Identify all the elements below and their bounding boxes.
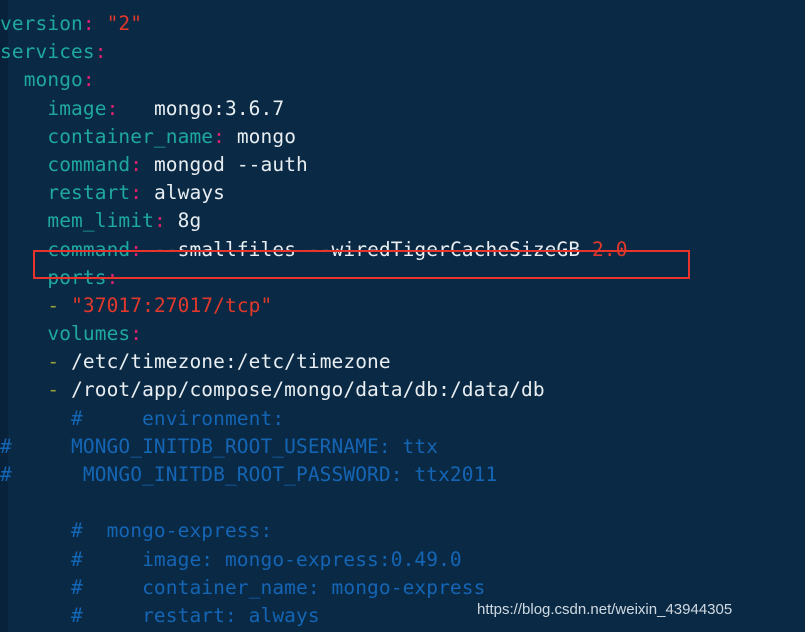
code-token: : bbox=[82, 12, 95, 35]
code-token: - bbox=[47, 350, 60, 374]
code-token: 8g bbox=[177, 209, 202, 233]
code-token: services bbox=[0, 40, 95, 64]
code-line[interactable]: mongo: bbox=[0, 66, 805, 94]
code-token: command bbox=[47, 237, 131, 261]
code-token: - bbox=[47, 293, 60, 317]
code-token: : bbox=[130, 322, 143, 346]
code-token: : bbox=[106, 96, 119, 120]
code-token: always bbox=[153, 181, 225, 205]
code-line[interactable]: - /root/app/compose/mongo/data/db:/data/… bbox=[0, 376, 805, 404]
code-token: command bbox=[47, 152, 131, 176]
code-token: "2" bbox=[106, 12, 143, 35]
code-token: mongo:3.6.7 bbox=[153, 96, 285, 120]
code-token: ports bbox=[47, 265, 107, 289]
code-line[interactable]: # container_name: mongo-express bbox=[0, 574, 805, 602]
code-token: # MONGO_INITDB_ROOT_PASSWORD: ttx2011 bbox=[0, 463, 498, 486]
code-token: : bbox=[106, 265, 119, 289]
code-token: "37017:27017/tcp" bbox=[71, 293, 273, 317]
code-line[interactable]: command: --smallfiles --wiredTigerCacheS… bbox=[0, 236, 805, 264]
code-editor-screenshot: version: "2" services: mongo: image: mong… bbox=[0, 0, 805, 632]
code-line[interactable]: volumes: bbox=[0, 320, 805, 348]
code-line[interactable]: restart: always bbox=[0, 179, 805, 207]
code-line[interactable]: ports: bbox=[0, 264, 805, 292]
code-token: : bbox=[130, 237, 143, 261]
code-line[interactable]: container_name: mongo bbox=[0, 123, 805, 151]
code-line[interactable]: image: mongo:3.6.7 bbox=[0, 95, 805, 123]
code-token: --smallfiles --wiredTigerCacheSizeGB bbox=[153, 237, 593, 261]
code-token: volumes bbox=[47, 322, 131, 346]
code-line[interactable]: # image: mongo-express:0.49.0 bbox=[0, 546, 805, 574]
code-token: image bbox=[47, 96, 107, 120]
code-line[interactable]: version: "2" bbox=[0, 10, 805, 38]
code-line[interactable]: # MONGO_INITDB_ROOT_USERNAME: ttx bbox=[0, 433, 805, 461]
code-line[interactable]: # environment: bbox=[0, 405, 805, 433]
code-token: # MONGO_INITDB_ROOT_USERNAME: ttx bbox=[0, 434, 439, 458]
code-token: mem_limit bbox=[47, 209, 154, 233]
code-token: # container_name: mongo-express bbox=[71, 575, 486, 599]
code-token: # image: mongo-express:0.49.0 bbox=[71, 547, 462, 571]
code-token: # mongo-express: bbox=[71, 519, 273, 543]
code-token: 2.0 bbox=[592, 237, 628, 261]
code-line[interactable]: # MONGO_INITDB_ROOT_PASSWORD: ttx2011 bbox=[0, 461, 805, 489]
code-line[interactable]: mem_limit: 8g bbox=[0, 207, 805, 235]
code-token: mongo bbox=[23, 68, 83, 92]
code-line[interactable]: - /etc/timezone:/etc/timezone bbox=[0, 348, 805, 376]
code-line[interactable]: command: mongod --auth bbox=[0, 151, 805, 179]
code-token: # environment: bbox=[71, 406, 285, 430]
code-token: # restart: always bbox=[71, 603, 320, 627]
code-token: : bbox=[82, 68, 95, 92]
code-token: : bbox=[213, 124, 225, 148]
code-token: mongod --auth bbox=[153, 152, 308, 176]
code-token: /etc/timezone:/etc/timezone bbox=[71, 350, 391, 374]
code-token: : bbox=[130, 152, 143, 176]
code-token: /root/app/compose/mongo/data/db:/data/db bbox=[71, 378, 545, 402]
code-token: - bbox=[47, 378, 60, 402]
code-line[interactable]: services: bbox=[0, 38, 805, 66]
watermark-url: https://blog.csdn.net/weixin_43944305 bbox=[477, 601, 733, 618]
code-token: : bbox=[153, 209, 166, 233]
code-line[interactable]: # mongo-express: bbox=[0, 517, 805, 545]
code-token: container_name bbox=[47, 124, 214, 148]
code-token: : bbox=[130, 181, 143, 205]
code-token: : bbox=[94, 40, 107, 64]
code-line[interactable]: - "37017:27017/tcp" bbox=[0, 292, 805, 320]
code-block[interactable]: version: "2" services: mongo: image: mong… bbox=[0, 10, 805, 630]
code-line[interactable] bbox=[0, 489, 805, 517]
code-token: mongo bbox=[236, 124, 297, 148]
code-token: restart bbox=[47, 181, 131, 205]
code-token: version bbox=[0, 12, 83, 35]
